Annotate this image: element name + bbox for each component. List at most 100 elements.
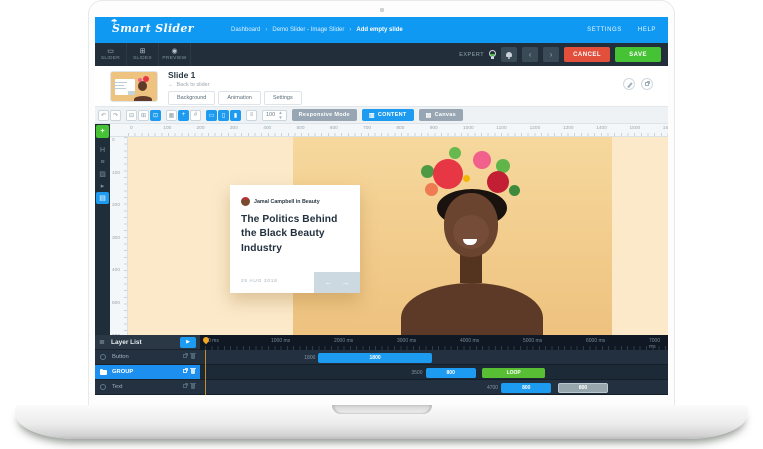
layer-list-button[interactable]: ▤: [96, 192, 109, 204]
animation-bar[interactable]: 1800: [318, 353, 431, 363]
snap-button[interactable]: +: [178, 110, 189, 121]
timeline-ms-label: 0 ms: [208, 338, 219, 344]
flower-red: [433, 159, 463, 189]
tab-settings[interactable]: Settings: [264, 91, 302, 105]
layer-list-title: Layer List: [111, 339, 142, 346]
save-button[interactable]: SAVE: [615, 47, 661, 62]
paste-button[interactable]: ⊡: [150, 110, 161, 121]
laptop-base: [15, 405, 748, 439]
heading-layer-button[interactable]: H: [96, 144, 109, 156]
responsive-mode-button[interactable]: Responsive Mode: [292, 109, 357, 121]
app-logo[interactable]: ☂Smart Slider: [112, 22, 194, 35]
zoom-value: 100: [266, 112, 275, 118]
v-ruler-label: 400: [112, 268, 120, 273]
editor-canvas: +H≡▨▸▤ 010020030040050060070080090010001…: [95, 124, 668, 335]
animation-bar[interactable]: 800: [558, 383, 608, 393]
tablet-view-button[interactable]: ▯: [218, 110, 229, 121]
layer-list-icon: ▤: [99, 194, 106, 202]
delay-label: 3500: [389, 370, 423, 376]
back-to-slider-link[interactable]: ← Back to slider: [168, 82, 210, 88]
webcam-icon: [380, 8, 384, 12]
next-arrow-icon[interactable]: →: [342, 278, 350, 287]
duplicate-slide-button[interactable]: [641, 78, 653, 90]
delete-layer-icon[interactable]: [191, 384, 195, 389]
next-slide-button[interactable]: ›: [543, 47, 559, 62]
animation-bar[interactable]: 800: [501, 383, 551, 393]
cut-button[interactable]: ⊟: [126, 110, 137, 121]
delete-layer-icon[interactable]: [191, 354, 195, 359]
breadcrumb-item[interactable]: Dashboard: [231, 27, 260, 33]
expert-toggle-bulb-icon[interactable]: [489, 50, 496, 59]
layer-item-group[interactable]: GROUP: [95, 365, 200, 380]
layer-actions: [183, 384, 195, 389]
grid-button[interactable]: ▦: [166, 110, 177, 121]
edit-slide-button[interactable]: [623, 78, 635, 90]
copy-icon: [645, 82, 649, 86]
text-layer-button[interactable]: ≡: [96, 156, 109, 168]
preview-button[interactable]: ◉PREVIEW: [159, 43, 191, 66]
help-link[interactable]: HELP: [638, 27, 656, 33]
layer-item-text[interactable]: Text: [95, 380, 200, 395]
copy-button[interactable]: ⊞: [138, 110, 149, 121]
image-layer-icon: ▨: [99, 170, 106, 178]
eye-icon[interactable]: [100, 354, 106, 360]
slider-button[interactable]: ▭SLIDER: [95, 43, 127, 66]
add-layer-icon: +: [100, 128, 104, 135]
content-icon: ▥: [369, 112, 375, 119]
timeline-ruler[interactable]: 0 ms1000 ms2000 ms3000 ms4000 ms5000 ms6…: [200, 335, 668, 350]
author-avatar: [241, 197, 250, 206]
duplicate-layer-icon[interactable]: [183, 354, 187, 358]
eye-icon[interactable]: [100, 384, 106, 390]
canvas-mode-button[interactable]: ▤Canvas: [419, 109, 463, 121]
zoom-in-icon[interactable]: ▲: [278, 111, 282, 115]
layer-actions: [183, 354, 195, 359]
duplicate-layer-icon[interactable]: [183, 369, 187, 373]
timeline-track[interactable]: 18001800: [200, 350, 668, 365]
timeline-ms-label: 6000 ms: [586, 338, 605, 344]
desktop-view-button[interactable]: ▭: [206, 110, 217, 121]
folder-icon[interactable]: [100, 370, 107, 375]
animation-bar[interactable]: LOOP: [482, 368, 545, 378]
mobile-view-button[interactable]: ▮: [230, 110, 241, 121]
image-layer-button[interactable]: ▨: [96, 168, 109, 180]
slides-button[interactable]: ⊞SLIDES: [127, 43, 159, 66]
previous-slide-button[interactable]: ‹: [522, 47, 538, 62]
breadcrumb-item[interactable]: Demo Slider - Image Slider: [272, 27, 344, 33]
undo-button[interactable]: ↶: [98, 110, 109, 121]
prev-arrow-icon[interactable]: ←: [325, 278, 333, 287]
add-layer-button[interactable]: +: [96, 125, 109, 138]
layer-name: GROUP: [112, 369, 133, 375]
h-ruler-label: 1300: [563, 126, 574, 131]
content-card[interactable]: Jamal Campbell in Beauty The Politics Be…: [230, 185, 360, 293]
zoom-stepper[interactable]: 100 ▲▼: [262, 110, 287, 121]
button-layer-button[interactable]: ▸: [96, 180, 109, 192]
breadcrumb: Dashboard›Demo Slider - Image Slider›Add…: [231, 17, 403, 43]
animation-bar[interactable]: 800: [426, 368, 476, 378]
card-title[interactable]: The Politics Behind the Black Beauty Ind…: [241, 213, 349, 256]
settings-link[interactable]: SETTINGS: [587, 27, 622, 33]
content-mode-button[interactable]: ▥CONTENT: [362, 109, 414, 121]
slide-thumbnail[interactable]: [110, 71, 158, 102]
tab-animation[interactable]: Animation: [218, 91, 260, 105]
toolbar-group: ▭▯▮: [206, 110, 241, 121]
tab-background[interactable]: Background: [168, 91, 215, 105]
guides-button[interactable]: #: [190, 110, 201, 121]
duplicate-layer-icon[interactable]: [183, 384, 187, 388]
play-animations-button[interactable]: ▶: [180, 337, 196, 348]
cancel-button[interactable]: CANCEL: [564, 47, 610, 62]
card-arrows[interactable]: ← →: [314, 272, 360, 293]
notifications-button[interactable]: [501, 47, 517, 62]
zoom-out-icon[interactable]: ▼: [278, 116, 282, 120]
app-header: ☂Smart Slider Dashboard›Demo Slider - Im…: [95, 17, 668, 43]
layer-item-button[interactable]: Button: [95, 350, 200, 365]
breadcrumb-item[interactable]: Add empty slide: [356, 27, 402, 33]
slide-header: Slide 1 ← Back to slider BackgroundAnima…: [95, 66, 668, 107]
delete-layer-icon[interactable]: [191, 369, 195, 374]
back-arrow-icon: ←: [168, 82, 174, 88]
h-ruler-label: 0: [130, 126, 133, 131]
redo-button[interactable]: ↷: [110, 110, 121, 121]
slide-canvas[interactable]: Jamal Campbell in Beauty The Politics Be…: [128, 137, 668, 335]
timeline-track[interactable]: 3500800 LOOP: [200, 365, 668, 380]
timeline-track[interactable]: 4700800800: [200, 380, 668, 395]
ruler-button[interactable]: ≡: [246, 110, 257, 121]
